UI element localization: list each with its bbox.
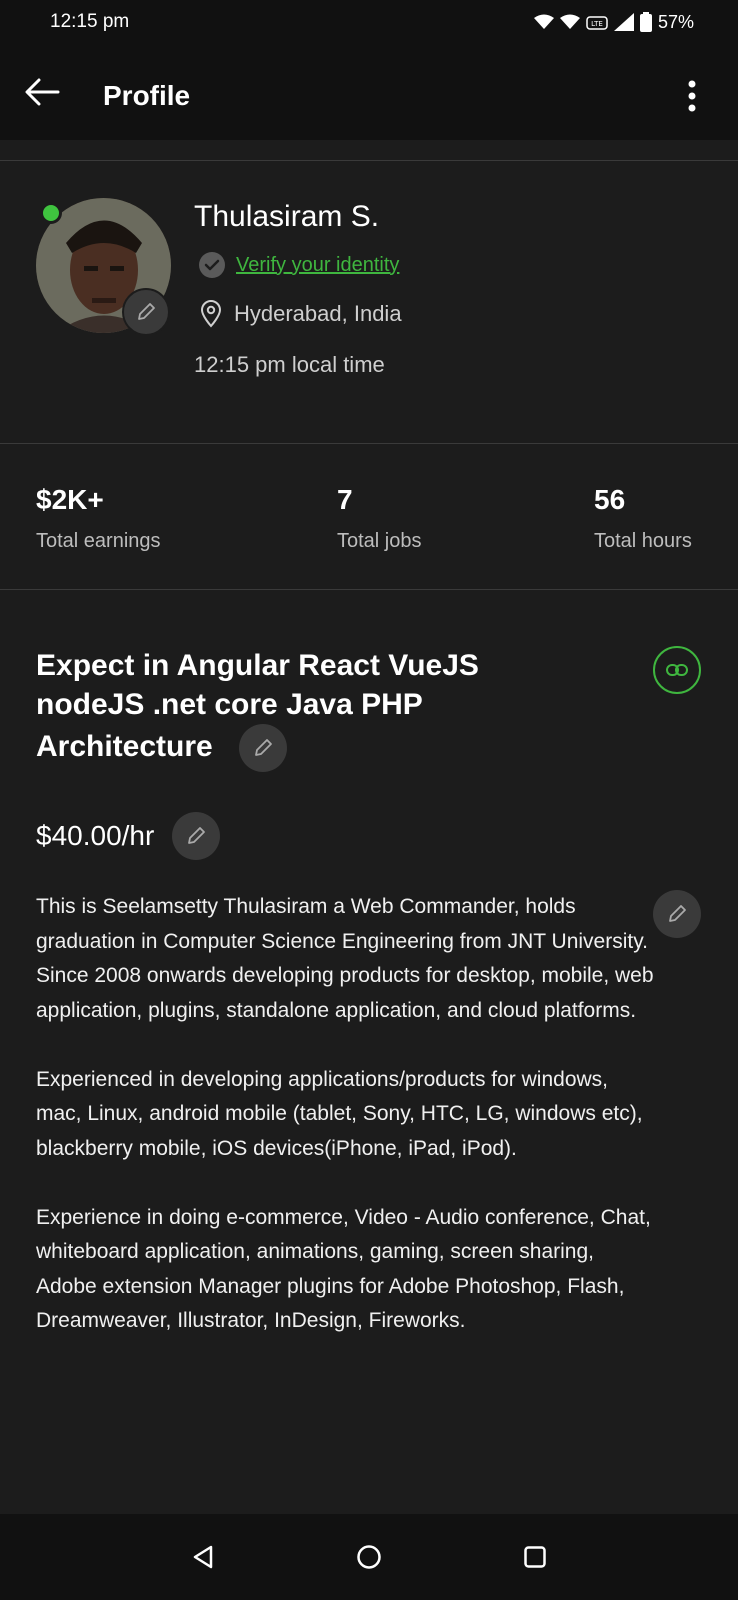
share-link-button[interactable] (653, 646, 701, 694)
battery-icon (639, 12, 652, 32)
back-button[interactable] (24, 78, 60, 106)
wifi-icon (559, 14, 580, 29)
verify-identity-link[interactable]: Verify your identity (236, 254, 399, 277)
volte-icon: LTE (586, 16, 608, 30)
page-title: Profile (103, 80, 191, 111)
description-paragraph: Experience in doing e-commerce, Video - … (36, 1205, 651, 1333)
system-nav-bar (0, 1514, 738, 1600)
pencil-icon (138, 303, 155, 320)
local-time: 12:15 pm local time (194, 352, 385, 377)
edit-description-button[interactable] (653, 890, 701, 938)
nav-back-icon (193, 1545, 213, 1569)
stat-value: 56 (594, 484, 626, 515)
back-arrow-icon (25, 78, 60, 106)
svg-text:LTE: LTE (591, 20, 603, 28)
status-time: 12:15 pm (50, 11, 130, 32)
verify-row: Verify your identity (198, 251, 399, 279)
edit-headline-button[interactable] (239, 724, 288, 772)
stat-label: Total earnings (36, 530, 161, 552)
app-bar: Profile (0, 44, 738, 140)
nav-home-button[interactable] (349, 1537, 389, 1577)
pencil-icon (669, 905, 686, 922)
more-options-button[interactable] (686, 80, 698, 112)
divider (0, 443, 738, 444)
nav-home-icon (357, 1545, 381, 1569)
hourly-rate: $40.00/hr (36, 812, 221, 860)
profile-description: This is Seelamsetty Thulasiram a Web Com… (36, 890, 656, 1339)
stat-label: Total hours (594, 530, 692, 552)
edit-rate-button[interactable] (172, 812, 221, 860)
profile-name: Thulasiram S. (194, 200, 380, 233)
avatar-container (36, 198, 171, 336)
link-icon (666, 664, 688, 676)
stat-total-hours: 56 Total hours (594, 484, 692, 553)
wifi-icon (533, 14, 554, 29)
hourly-rate-value: $40.00/hr (36, 820, 155, 851)
location-row: Hyderabad, India (200, 300, 402, 328)
stat-total-jobs: 7 Total jobs (337, 484, 422, 553)
nav-recents-button[interactable] (515, 1537, 555, 1577)
stat-label: Total jobs (337, 530, 422, 552)
divider (0, 589, 738, 590)
description-paragraph: Experienced in developing applications/p… (36, 1067, 643, 1160)
online-status-indicator (40, 202, 62, 224)
profile-headline: Expect in Angular React VueJS nodeJS .ne… (36, 646, 556, 772)
edit-avatar-button[interactable] (122, 288, 170, 336)
description-paragraph: This is Seelamsetty Thulasiram a Web Com… (36, 895, 654, 1022)
nav-recents-icon (524, 1546, 546, 1568)
battery-percent: 57% (657, 11, 694, 32)
stat-value: 7 (337, 484, 353, 515)
stat-total-earnings: $2K+ Total earnings (36, 484, 161, 553)
divider (0, 160, 738, 161)
stat-value: $2K+ (36, 484, 104, 515)
pencil-icon (188, 827, 206, 844)
pencil-icon (255, 739, 272, 756)
more-vertical-icon (688, 80, 696, 112)
verified-badge-icon (199, 252, 225, 278)
location-text: Hyderabad, India (234, 301, 402, 326)
status-icons: LTE 57% (533, 11, 694, 33)
signal-icon (613, 13, 634, 31)
status-bar: 12:15 pm LTE 57% (0, 0, 738, 44)
nav-back-button[interactable] (183, 1537, 223, 1577)
location-pin-icon (200, 300, 222, 328)
